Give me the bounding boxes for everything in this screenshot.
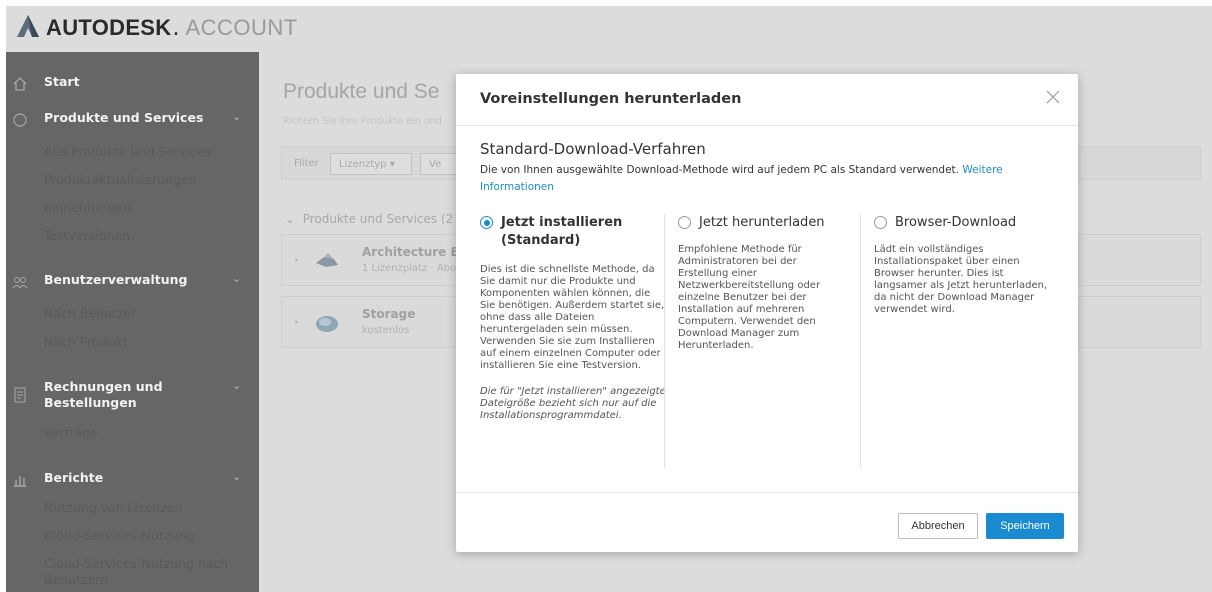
sidebar-item-license-usage[interactable]: Nutzung von Lizenzen: [44, 500, 182, 515]
top-bar: AUTODESK . ACCOUNT: [6, 6, 1212, 52]
radio-install-now[interactable]: Jetzt installieren (Standard): [480, 214, 668, 250]
product-icon: [316, 253, 338, 267]
sidebar-section-header[interactable]: Berichte ⌄: [6, 470, 259, 494]
sidebar-section-label: Rechnungen und Bestellungen: [44, 379, 163, 410]
group-header[interactable]: ⌄ Produkte und Services (2: [285, 212, 453, 226]
group-header-label: Produkte und Services (2: [302, 212, 454, 226]
option-label: Browser-Download: [895, 215, 1017, 230]
product-meta: kostenlos: [362, 325, 410, 336]
sidebar-item-by-user[interactable]: Nach Benutzer: [44, 306, 136, 321]
dialog-title: Voreinstellungen herunterladen: [480, 91, 742, 107]
product-name: Storage: [362, 307, 416, 321]
option-note: Die für "Jetzt installieren" angezeigte …: [480, 386, 666, 421]
chevron-down-icon: ⌄: [232, 110, 242, 123]
sidebar: Start Produkte und Services ⌄ Alle Produ…: [6, 52, 259, 592]
dialog-header: Voreinstellungen herunterladen: [456, 74, 1078, 126]
sidebar-item-product-updates[interactable]: Produktaktualisierungen: [44, 172, 196, 187]
sidebar-section-reports: Berichte ⌄ Nutzung von Lizenzen Cloud-Se…: [6, 470, 259, 587]
autodesk-a-icon: [16, 14, 40, 42]
app-window: AUTODESK . ACCOUNT Start Produkte und Se…: [6, 6, 1212, 592]
product-name: ACCOUNT: [185, 15, 298, 40]
close-icon[interactable]: [1044, 88, 1062, 106]
section-title: Standard-Download-Verfahren: [480, 140, 706, 158]
column-divider: [860, 214, 861, 468]
sidebar-section-start[interactable]: Start: [6, 74, 259, 98]
users-icon: [12, 277, 28, 289]
chevron-down-icon: ⌄: [232, 272, 242, 285]
sidebar-section-billing: Rechnungen und Bestellungen ⌄ Verträge: [6, 379, 259, 440]
radio-unselected-icon: [678, 216, 691, 229]
section-description: Die von Ihnen ausgewählte Download-Metho…: [480, 162, 1040, 196]
sidebar-section-label: Berichte: [44, 470, 104, 485]
chevron-down-icon: ⌄: [232, 470, 242, 483]
sidebar-section-header[interactable]: Rechnungen und Bestellungen ⌄: [6, 379, 259, 415]
radio-selected-icon: [480, 216, 493, 229]
brand-name: AUTODESK: [46, 15, 172, 40]
select-value: Lizenztyp: [339, 159, 387, 170]
option-label: Jetzt installieren (Standard): [501, 215, 623, 248]
radio-browser-download[interactable]: Browser-Download: [874, 214, 1054, 232]
page-title: Produkte und Se: [283, 80, 440, 103]
page-subtitle: Richten Sie Ihre Produkte ein und: [283, 116, 442, 127]
sidebar-section-header[interactable]: Benutzerverwaltung ⌄: [6, 272, 259, 296]
description-text: Die von Ihnen ausgewählte Download-Metho…: [480, 164, 960, 176]
box-icon: [13, 113, 27, 127]
cancel-button[interactable]: Abbrechen: [898, 513, 978, 539]
option-label: Jetzt herunterladen: [699, 215, 825, 230]
option-description: Lädt ein vollständiges Installationspake…: [874, 244, 1048, 315]
column-divider: [664, 214, 665, 468]
document-icon: [14, 387, 26, 403]
sidebar-section-label: Produkte und Services: [44, 110, 204, 125]
product-meta: 1 Lizenzplatz · Abo: [362, 263, 457, 274]
sidebar-item-trials[interactable]: Testversionen: [44, 228, 130, 243]
option-browser-download: Browser-Download Lädt ein vollständiges …: [874, 214, 1054, 316]
dialog-footer: Abbrechen Speichern: [456, 492, 1078, 552]
radio-unselected-icon: [874, 216, 887, 229]
sidebar-item-all-products[interactable]: Alle Produkte und Services: [44, 144, 211, 159]
sidebar-section-products: Produkte und Services ⌄ Alle Produkte un…: [6, 110, 259, 243]
license-type-select[interactable]: Lizenztyp ▾: [330, 153, 412, 175]
brand-dot: .: [172, 15, 180, 41]
autodesk-logo[interactable]: AUTODESK . ACCOUNT: [16, 14, 298, 42]
save-button[interactable]: Speichern: [986, 513, 1064, 539]
chevron-right-icon: ›: [294, 253, 299, 266]
option-install-now: Jetzt installieren (Standard) Dies ist d…: [480, 214, 668, 422]
sidebar-item-by-product[interactable]: Nach Produkt: [44, 334, 128, 349]
chevron-down-icon: ⌄: [232, 379, 242, 392]
home-icon: [13, 77, 27, 91]
sidebar-section-users: Benutzerverwaltung ⌄ Nach Benutzer Nach …: [6, 272, 259, 349]
filter-label: Filter: [294, 158, 319, 169]
cloud-icon: [316, 316, 338, 332]
sidebar-item-contracts[interactable]: Verträge: [44, 425, 98, 440]
option-download-now: Jetzt herunterladen Empfohlene Methode f…: [678, 214, 848, 352]
sidebar-item-cloud-usage[interactable]: Cloud-Services-Nutzung: [44, 528, 194, 543]
download-preferences-dialog: Voreinstellungen herunterladen Standard-…: [456, 74, 1078, 552]
option-description: Dies ist die schnellste Methode, da Sie …: [480, 264, 665, 371]
chart-icon: [14, 476, 26, 487]
sidebar-section-label: Start: [44, 74, 80, 89]
option-description: Empfohlene Methode für Administratoren b…: [678, 244, 821, 351]
sidebar-item-cloud-usage-by-user[interactable]: Cloud-Services-Nutzung nach Benutzern: [44, 556, 239, 588]
sidebar-section-label: Benutzerverwaltung: [44, 272, 188, 287]
chevron-right-icon: ›: [294, 315, 299, 328]
sidebar-section-header[interactable]: Produkte und Services ⌄: [6, 110, 259, 134]
radio-download-now[interactable]: Jetzt herunterladen: [678, 214, 848, 232]
sidebar-item-setups[interactable]: Einrichtungen: [44, 200, 131, 215]
